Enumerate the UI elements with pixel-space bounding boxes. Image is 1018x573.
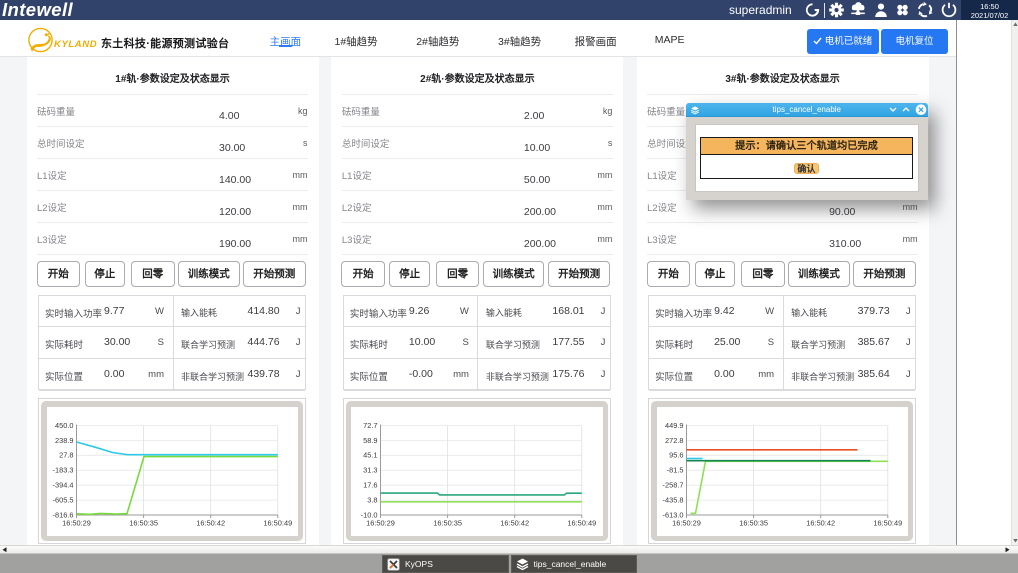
svg-text:16:50:29: 16:50:29 xyxy=(367,518,396,527)
svg-text:31.3: 31.3 xyxy=(364,465,378,474)
svg-text:16:50:42: 16:50:42 xyxy=(806,518,835,527)
svg-text:-394.4: -394.4 xyxy=(52,480,73,489)
svg-text:-258.7: -258.7 xyxy=(662,480,683,489)
svg-text:-605.5: -605.5 xyxy=(52,495,73,504)
svg-text:450.0: 450.0 xyxy=(55,420,74,429)
svg-text:16:50:35: 16:50:35 xyxy=(739,518,768,527)
svg-text:95.6: 95.6 xyxy=(669,450,683,459)
svg-text:3.8: 3.8 xyxy=(368,495,378,504)
svg-text:16:50:42: 16:50:42 xyxy=(196,518,225,527)
svg-text:16:50:49: 16:50:49 xyxy=(263,518,292,527)
svg-text:-435.8: -435.8 xyxy=(662,495,683,504)
svg-text:72.7: 72.7 xyxy=(364,420,378,429)
svg-text:27.8: 27.8 xyxy=(59,450,73,459)
svg-text:272.8: 272.8 xyxy=(665,435,684,444)
svg-text:16:50:35: 16:50:35 xyxy=(129,518,158,527)
svg-text:449.9: 449.9 xyxy=(665,420,684,429)
svg-text:-81.5: -81.5 xyxy=(666,465,683,474)
svg-text:16:50:35: 16:50:35 xyxy=(434,518,463,527)
svg-text:58.9: 58.9 xyxy=(364,435,378,444)
svg-text:45.1: 45.1 xyxy=(364,450,378,459)
svg-text:16:50:49: 16:50:49 xyxy=(568,518,597,527)
svg-text:-183.3: -183.3 xyxy=(52,465,73,474)
svg-text:17.6: 17.6 xyxy=(364,480,378,489)
svg-text:238.9: 238.9 xyxy=(55,435,74,444)
svg-text:16:50:42: 16:50:42 xyxy=(501,518,530,527)
svg-text:16:50:49: 16:50:49 xyxy=(873,518,902,527)
svg-text:16:50:29: 16:50:29 xyxy=(672,518,701,527)
svg-text:16:50:29: 16:50:29 xyxy=(62,518,91,527)
